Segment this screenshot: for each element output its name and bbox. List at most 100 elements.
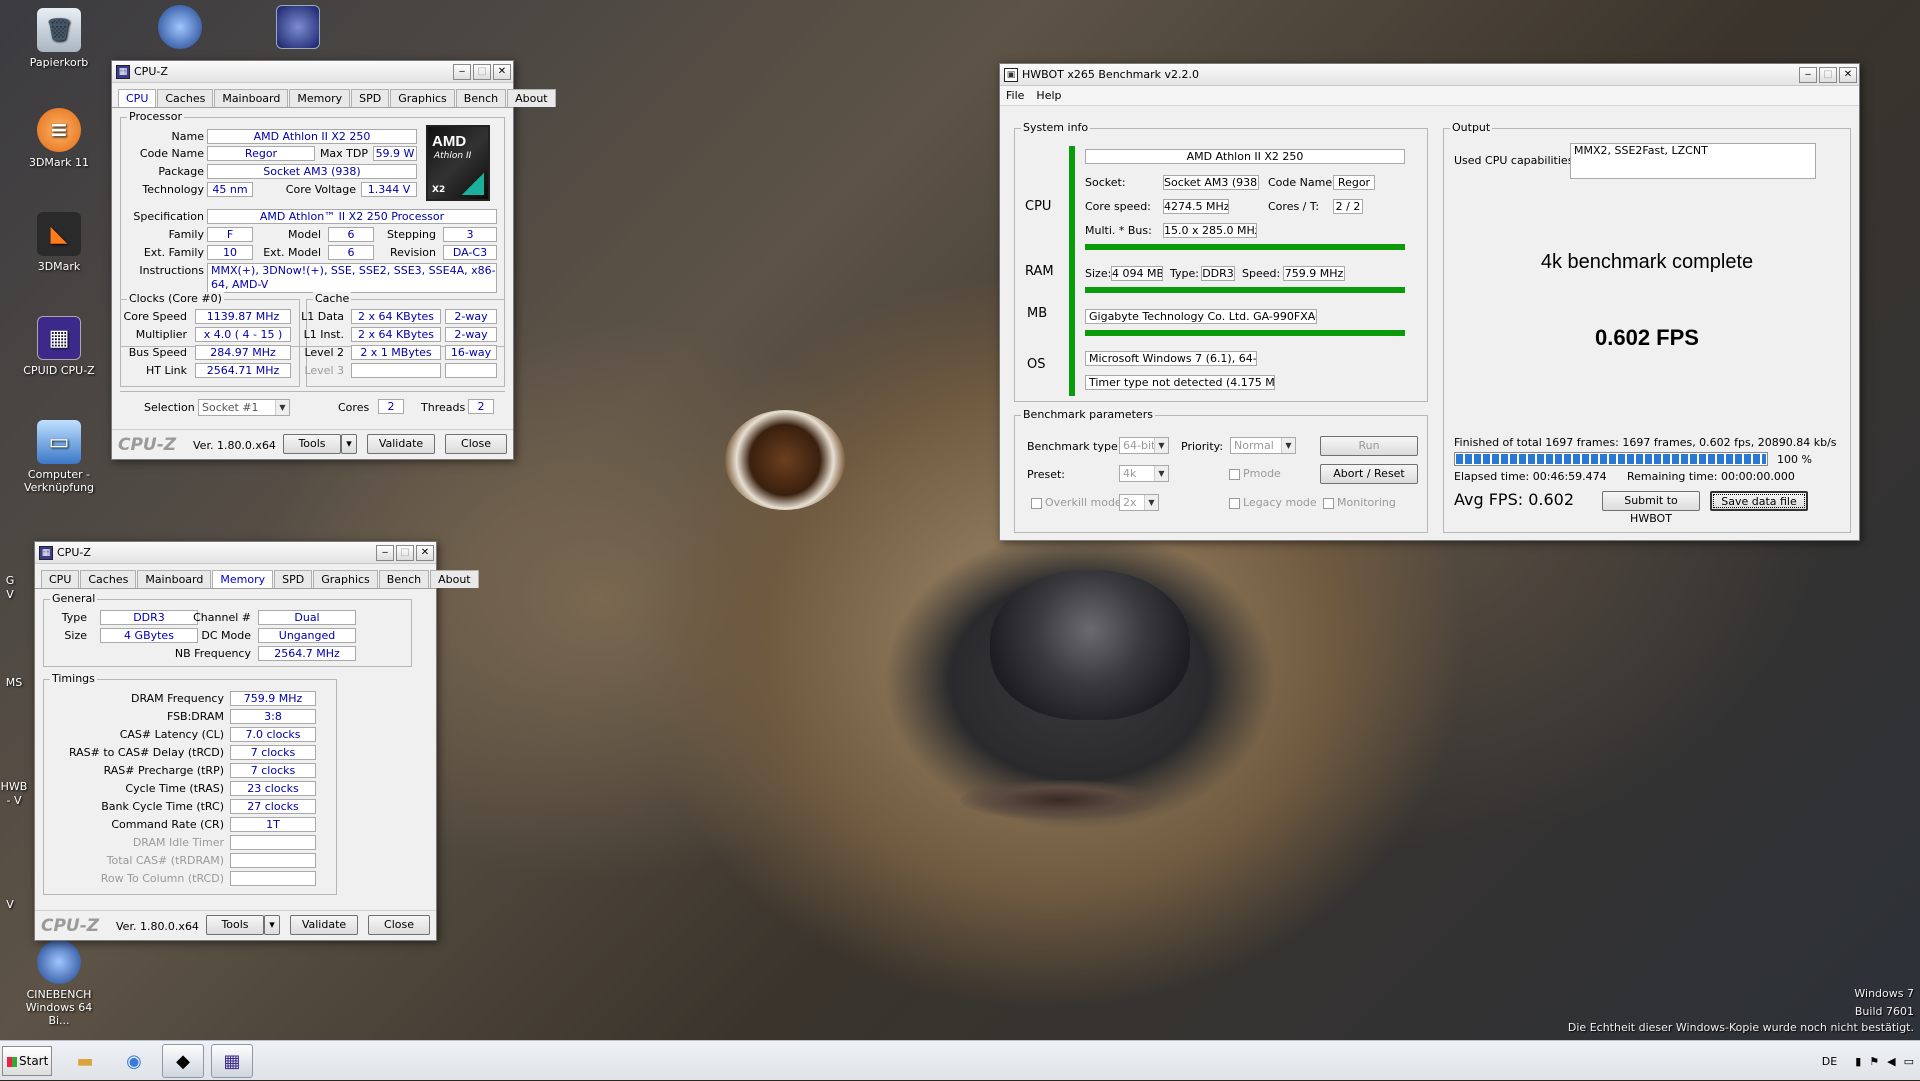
monitoring-checkbox[interactable]: Monitoring	[1323, 496, 1396, 509]
desktop-icon-3dmark[interactable]: ◣ 3DMark	[19, 212, 99, 273]
close-window-button[interactable]: Close	[445, 434, 507, 454]
corevoltage-value: 1.344 V	[361, 182, 417, 197]
language-indicator[interactable]: DE	[1822, 1055, 1837, 1068]
desktop-icon-partial[interactable]: HWB	[0, 780, 34, 793]
taskbar-hwbot[interactable]: ◆	[162, 1044, 204, 1078]
legacy-mode-checkbox[interactable]: Legacy mode	[1229, 496, 1317, 509]
minimize-button[interactable]: ‒	[453, 63, 471, 80]
tab-cpu[interactable]: CPU	[118, 89, 157, 107]
timing-label: FSB:DRAM	[166, 710, 224, 723]
maximize-button[interactable]: □	[1819, 66, 1837, 83]
tab-mainboard[interactable]: Mainboard	[214, 89, 289, 107]
hwbot-titlebar[interactable]: ▣ HWBOT x265 Benchmark v2.2.0 ‒ □ ✕	[1000, 64, 1859, 86]
window-title: HWBOT x265 Benchmark v2.2.0	[1022, 68, 1200, 81]
nbfreq-label: NB Frequency	[174, 647, 251, 660]
preset-select[interactable]: 4k ▼	[1119, 465, 1169, 482]
checkbox-icon	[1229, 497, 1240, 509]
l1inst-label: L1 Inst.	[303, 328, 344, 341]
run-button[interactable]: Run	[1320, 436, 1418, 456]
network-icon[interactable]: ▮	[1855, 1055, 1861, 1068]
show-desktop-icon[interactable]: ▭	[1904, 1055, 1914, 1068]
maximize-button[interactable]: □	[396, 544, 414, 561]
tab-bench[interactable]: Bench	[378, 570, 430, 588]
desktop-icon-partial[interactable]: G	[0, 574, 30, 587]
overkill-checkbox[interactable]: Overkill mode	[1031, 496, 1122, 509]
minimize-button[interactable]: ‒	[1799, 66, 1817, 83]
submit-hwbot-button[interactable]: Submit to HWBOT	[1602, 491, 1700, 525]
desktop-icon-partial[interactable]: V	[0, 898, 30, 911]
tools-dropdown-button[interactable]: ▾	[264, 915, 280, 935]
desktop-icon-partial[interactable]: MS	[0, 676, 34, 689]
save-data-file-button[interactable]: Save data file	[1710, 491, 1808, 511]
desktop-icon-3dmark11[interactable]: ≡ 3DMark 11	[19, 108, 99, 169]
chevron-down-icon: ▾	[346, 437, 352, 450]
group-legend: Clocks (Core #0)	[127, 292, 224, 305]
tab-caches[interactable]: Caches	[157, 89, 214, 107]
taskbar-explorer[interactable]: ▬	[64, 1044, 106, 1078]
tab-memory[interactable]: Memory	[212, 570, 274, 588]
menu-file[interactable]: File	[1006, 89, 1024, 102]
tab-graphics[interactable]: Graphics	[313, 570, 378, 588]
timing-value: 7.0 clocks	[230, 727, 316, 742]
menu-help[interactable]: Help	[1036, 89, 1061, 102]
tools-button[interactable]: Tools	[283, 434, 341, 454]
validate-button[interactable]: Validate	[367, 434, 435, 454]
taskbar-paint[interactable]: ◉	[113, 1044, 155, 1078]
pmode-checkbox[interactable]: Pmode	[1229, 467, 1281, 480]
close-button[interactable]: ✕	[493, 63, 511, 80]
tools-dropdown-button[interactable]: ▾	[341, 434, 357, 454]
tab-caches[interactable]: Caches	[80, 570, 137, 588]
maxtdp-label: Max TDP	[319, 147, 368, 160]
family-value: F	[207, 227, 253, 242]
corevoltage-label: Core Voltage	[285, 183, 356, 196]
tab-memory[interactable]: Memory	[289, 89, 351, 107]
volume-icon[interactable]: ◀	[1887, 1055, 1895, 1068]
desktop-icon-label: 3DMark 11	[28, 156, 90, 169]
benchmark-type-select[interactable]: 64-bit ▼	[1119, 437, 1169, 454]
tab-bench[interactable]: Bench	[455, 89, 507, 107]
close-button[interactable]: ✕	[416, 544, 434, 561]
action-center-icon[interactable]: ⚑	[1869, 1055, 1879, 1068]
cpuz-memory-titlebar[interactable]: ▦ CPU-Z ‒ □ ✕	[35, 542, 436, 564]
close-button[interactable]: ✕	[1839, 66, 1857, 83]
cpuz-cpu-titlebar[interactable]: ▦ CPU-Z ‒ □ ✕	[112, 61, 513, 83]
wallpaper-dog-mouth	[960, 780, 1160, 820]
desktop-icon-cinema4d[interactable]	[140, 5, 220, 53]
maximize-button[interactable]: □	[473, 63, 491, 80]
l1data-label: L1 Data	[301, 310, 344, 323]
taskbar-cpuz[interactable]: ▦	[211, 1044, 253, 1078]
tab-graphics[interactable]: Graphics	[390, 89, 455, 107]
desktop-icon-app[interactable]	[258, 5, 338, 53]
minimize-button[interactable]: ‒	[376, 544, 394, 561]
overkill-select[interactable]: 2x ▼	[1119, 494, 1159, 511]
multi-label: Multi. * Bus:	[1085, 224, 1152, 237]
tab-about[interactable]: About	[507, 89, 556, 107]
start-button[interactable]: Start	[2, 1046, 52, 1076]
socket-label: Socket:	[1085, 176, 1126, 189]
dcmode-label: DC Mode	[201, 629, 251, 642]
priority-select[interactable]: Normal ▼	[1230, 437, 1296, 454]
level2-value: 2 x 1 MBytes	[351, 345, 441, 360]
cpuz-app-icon: ▦	[116, 64, 130, 79]
desktop-icon-recycle-bin[interactable]: 🗑 Papierkorb	[19, 8, 99, 69]
benchmark-type-label: Benchmark type:	[1027, 440, 1122, 453]
tab-mainboard[interactable]: Mainboard	[137, 570, 212, 588]
desktop-icon-partial[interactable]: V	[0, 588, 30, 601]
computer-icon: ▭	[37, 420, 81, 464]
socket-select[interactable]: Socket #1 ▼	[198, 399, 290, 416]
desktop-icon-partial[interactable]: - V	[0, 794, 34, 807]
validate-button[interactable]: Validate	[290, 915, 358, 935]
cpuz-app-icon: ▦	[39, 545, 53, 560]
desktop-icon-computer[interactable]: ▭ Computer - Verknüpfung	[19, 420, 99, 494]
tab-cpu[interactable]: CPU	[41, 570, 80, 588]
tab-about[interactable]: About	[430, 570, 479, 588]
desktop-icon-cpuz[interactable]: ▦ CPUID CPU-Z	[19, 316, 99, 377]
tools-button[interactable]: Tools	[206, 915, 264, 935]
cpu-name-value: AMD Athlon II X2 250	[207, 129, 417, 144]
tab-spd[interactable]: SPD	[274, 570, 313, 588]
close-window-button[interactable]: Close	[368, 915, 430, 935]
abort-reset-button[interactable]: Abort / Reset	[1320, 464, 1418, 484]
desktop-icon-cinebench[interactable]: CINEBENCH Windows 64 Bi...	[19, 940, 99, 1027]
tab-spd[interactable]: SPD	[351, 89, 390, 107]
fps-result: 0.602 FPS	[1595, 325, 1699, 350]
